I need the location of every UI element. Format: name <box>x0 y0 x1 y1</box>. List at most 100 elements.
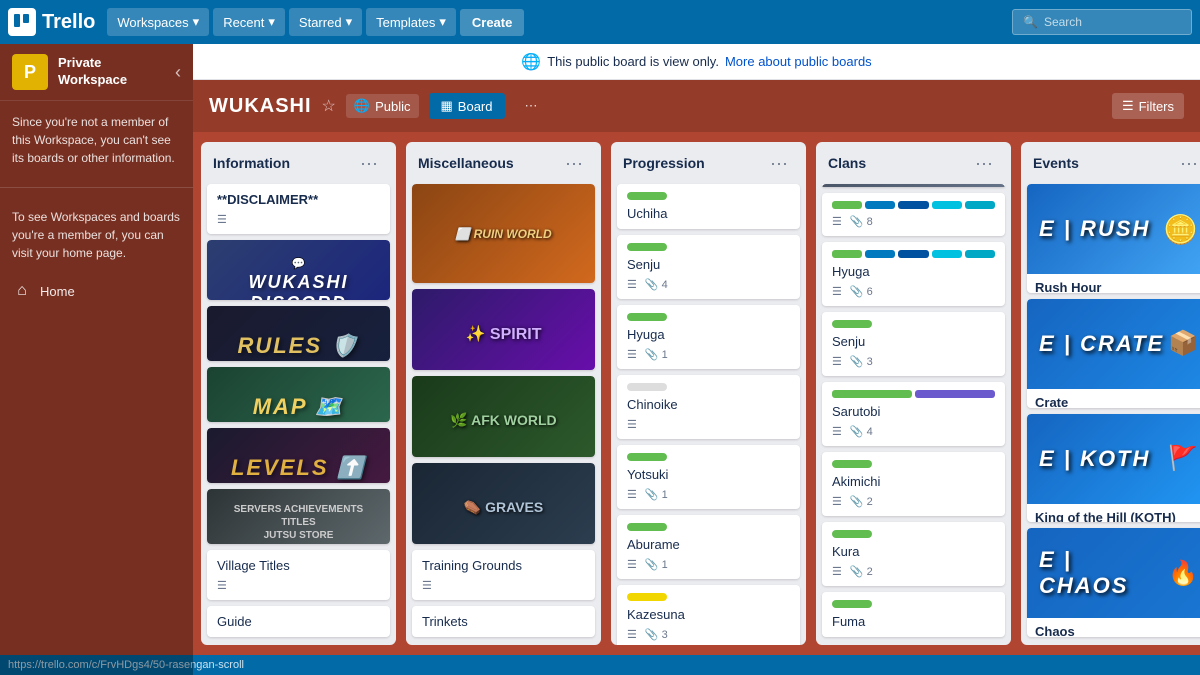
attachment-icon: 📎 <box>850 565 864 578</box>
description-icon: ☰ <box>627 558 637 571</box>
filters-button[interactable]: ☰ Filters <box>1112 93 1184 119</box>
card-aburame[interactable]: Aburame ☰ 📎 1 <box>617 515 800 579</box>
card-koth[interactable]: E | KOTH 🚩 King of the Hill (KOTH) ☰ 📎 2 <box>1027 414 1200 523</box>
card-sarutobi-clan[interactable]: Sarutobi ☰ 📎 4 <box>822 382 1005 446</box>
description-icon: ☰ <box>627 488 637 501</box>
column-cards-information: **DISCLAIMER** ☰ 💬 WUKASHI DISCORD WUKAS… <box>201 180 396 645</box>
board-icon: ▦ <box>441 98 453 114</box>
chevron-down-icon: ▾ <box>346 14 353 30</box>
description-icon: ☰ <box>627 278 637 291</box>
sidebar: P Private Workspace ‹ Since you're not a… <box>0 44 193 675</box>
column-miscellaneous: Miscellaneous ··· ⬜ RUIN WORLD Prestige … <box>406 142 601 645</box>
column-cards-miscellaneous: ⬜ RUIN WORLD Prestige (Ruin of the Lost … <box>406 180 601 645</box>
sidebar-info-text1: Since you're not a member of this Worksp… <box>0 101 193 179</box>
card-spirit-realm[interactable]: ✨ SPIRIT Spirit Realm <box>412 289 595 370</box>
column-progression: Progression ··· Uchiha Senju ☰ 📎 4 Hyuga <box>611 142 806 645</box>
card-training-grounds[interactable]: Training Grounds ☰ <box>412 550 595 600</box>
board-title: WUKASHI <box>209 95 312 118</box>
column-cards-clans: 🍃 Konohagakure Konohagakure (Leaf) ☰ 📎 8 <box>816 180 1011 645</box>
column-menu-button[interactable]: ··· <box>764 152 794 174</box>
card-discord[interactable]: 💬 WUKASHI DISCORD WUKASHI DISCORD <box>207 240 390 300</box>
card-disclaimer[interactable]: **DISCLAIMER** ☰ <box>207 184 390 234</box>
description-icon: ☰ <box>627 418 637 431</box>
starred-button[interactable]: Starred ▾ <box>289 8 362 36</box>
column-menu-button[interactable]: ··· <box>969 152 999 174</box>
card-graves[interactable]: ⚰️ GRAVES Graves <box>412 463 595 544</box>
card-kura-clan[interactable]: Kura ☰ 📎 2 <box>822 522 1005 586</box>
column-menu-button[interactable]: ··· <box>559 152 589 174</box>
create-button[interactable]: Create <box>460 9 524 36</box>
card-chinoike[interactable]: Chinoike ☰ <box>617 375 800 439</box>
column-title: Clans <box>828 155 866 171</box>
column-title: Information <box>213 155 290 171</box>
card-description-icon: ☰ <box>217 579 227 592</box>
sidebar-info-text2: To see Workspaces and boards you're a me… <box>0 196 193 274</box>
card-hyuga-clan[interactable]: Hyuga ☰ 📎 6 <box>822 242 1005 306</box>
close-sidebar-button[interactable]: ‹ <box>175 62 181 83</box>
card-akimichi-clan[interactable]: Akimichi ☰ 📎 2 <box>822 452 1005 516</box>
card-village-titles[interactable]: Village Titles ☰ <box>207 550 390 600</box>
attachment-icon: 📎 <box>645 488 659 501</box>
globe-icon: 🌐 <box>354 98 370 114</box>
customize-button[interactable]: ⋯ <box>515 93 548 119</box>
description-icon: ☰ <box>832 425 842 438</box>
card-menu[interactable]: SERVERS ACHIEVEMENTS TITLES JUTSU STORE … <box>207 489 390 544</box>
card-yotsuki[interactable]: Yotsuki ☰ 📎 1 <box>617 445 800 509</box>
column-menu-button[interactable]: ··· <box>354 152 384 174</box>
column-header-clans: Clans ··· <box>816 142 1011 180</box>
description-icon: ☰ <box>627 348 637 361</box>
trello-logo[interactable]: Trello <box>8 8 95 36</box>
card-map[interactable]: MAP 🗺️ Map <box>207 367 390 422</box>
card-kazesuna[interactable]: Kazesuna ☰ 📎 3 <box>617 585 800 645</box>
card-konohagakure[interactable]: 🍃 Konohagakure Konohagakure (Leaf) <box>822 184 1005 187</box>
board-tab-button[interactable]: ▦ Board <box>429 93 505 119</box>
sidebar-item-home[interactable]: ⌂ Home <box>0 274 193 308</box>
column-title: Miscellaneous <box>418 155 514 171</box>
card-uchiha-clan[interactable]: ☰ 📎 8 <box>822 193 1005 236</box>
column-header-miscellaneous: Miscellaneous ··· <box>406 142 601 180</box>
card-prestige[interactable]: ⬜ RUIN WORLD Prestige (Ruin of the Lost … <box>412 184 595 283</box>
public-boards-link[interactable]: More about public boards <box>725 54 872 69</box>
workspace-icon: P <box>12 54 48 90</box>
home-icon: ⌂ <box>12 282 32 300</box>
description-icon: ☰ <box>832 285 842 298</box>
workspaces-button[interactable]: Workspaces ▾ <box>107 8 209 36</box>
attachment-icon: 📎 <box>645 558 659 571</box>
card-uchiha[interactable]: Uchiha <box>617 184 800 229</box>
workspace-header: P Private Workspace ‹ <box>0 44 193 101</box>
card-trinkets[interactable]: Trinkets <box>412 606 595 637</box>
card-description-icon: ☰ <box>422 579 432 592</box>
description-icon: ☰ <box>422 579 432 592</box>
card-description-icon: ☰ <box>217 213 227 226</box>
attachment-icon: 📎 <box>850 425 864 438</box>
description-icon: ☰ <box>832 215 842 228</box>
description-icon: ☰ <box>832 495 842 508</box>
card-guide[interactable]: Guide <box>207 606 390 637</box>
card-afk-world[interactable]: 🌿 AFK WORLD AFK World <box>412 376 595 457</box>
card-hyuga[interactable]: Hyuga ☰ 📎 1 <box>617 305 800 369</box>
card-rush[interactable]: E | RUSH 🪙 Rush Hour ☰ 📎 1 <box>1027 184 1200 293</box>
chevron-down-icon: ▾ <box>268 14 275 30</box>
description-icon: ☰ <box>832 565 842 578</box>
board-header: WUKASHI ☆ 🌐 Public ▦ Board ⋯ ☰ Filters <box>193 80 1200 132</box>
column-title: Progression <box>623 155 705 171</box>
card-senju[interactable]: Senju ☰ 📎 4 <box>617 235 800 299</box>
search-bar[interactable]: 🔍 Search <box>1012 9 1192 35</box>
board-visibility-button[interactable]: 🌐 Public <box>346 94 419 118</box>
templates-button[interactable]: Templates ▾ <box>366 8 456 36</box>
public-notice-bar: 🌐 This public board is view only. More a… <box>193 44 1200 80</box>
card-rules[interactable]: RULES 🛡️ Rules <box>207 306 390 361</box>
attachment-icon: 📎 <box>645 278 659 291</box>
description-icon: ☰ <box>217 579 227 592</box>
recent-button[interactable]: Recent ▾ <box>213 8 285 36</box>
column-cards-events: E | RUSH 🪙 Rush Hour ☰ 📎 1 E | CRATE 📦 C… <box>1021 180 1200 645</box>
column-events: Events ··· E | RUSH 🪙 Rush Hour ☰ 📎 1 E … <box>1021 142 1200 645</box>
card-chaos[interactable]: E | CHAOS 🔥 Chaos ☰ 📎 1 <box>1027 528 1200 637</box>
column-menu-button[interactable]: ··· <box>1174 152 1200 174</box>
card-fuma-clan[interactable]: Fuma <box>822 592 1005 637</box>
card-levels[interactable]: LEVELS ⬆️ Levels <box>207 428 390 483</box>
card-senju-clan[interactable]: Senju ☰ 📎 3 <box>822 312 1005 376</box>
board-content: Information ··· **DISCLAIMER** ☰ 💬 WUKAS… <box>193 132 1200 655</box>
card-crate[interactable]: E | CRATE 📦 Crate ☰ 📎 2 <box>1027 299 1200 408</box>
star-button[interactable]: ☆ <box>322 96 336 116</box>
